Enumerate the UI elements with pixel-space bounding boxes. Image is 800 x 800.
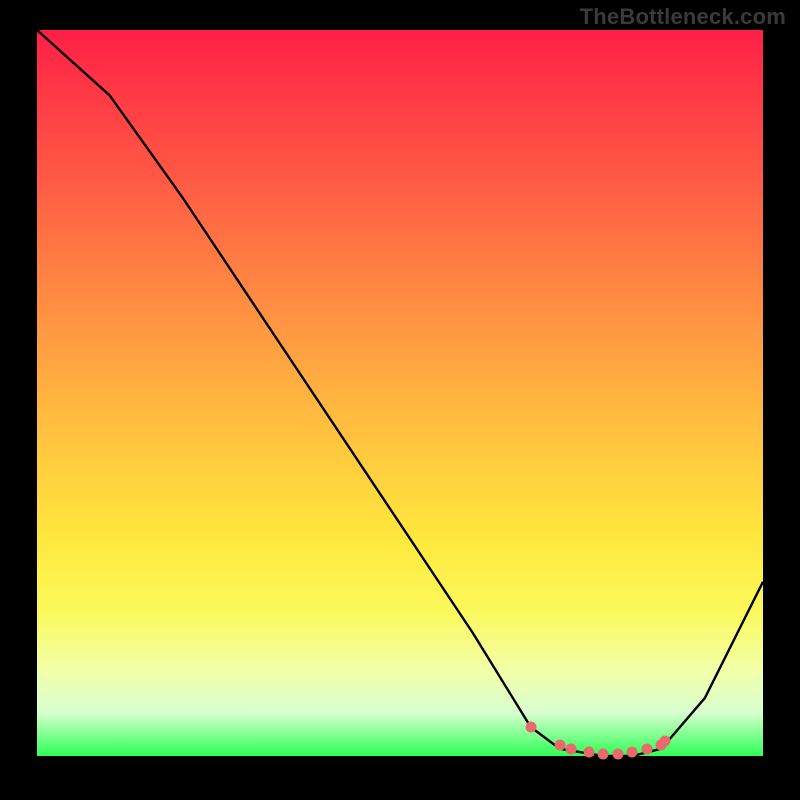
bottleneck-curve [37,30,763,756]
curve-svg [37,30,763,756]
marker-dot [627,747,638,758]
marker-dot [598,748,609,759]
marker-dot [583,747,594,758]
marker-dot [641,743,652,754]
marker-dot [554,740,565,751]
marker-dot [659,736,670,747]
marker-dot [565,743,576,754]
marker-dot [525,721,536,732]
chart-frame: TheBottleneck.com [0,0,800,800]
marker-dot [612,748,623,759]
watermark-text: TheBottleneck.com [580,4,786,30]
plot-area [37,30,763,756]
